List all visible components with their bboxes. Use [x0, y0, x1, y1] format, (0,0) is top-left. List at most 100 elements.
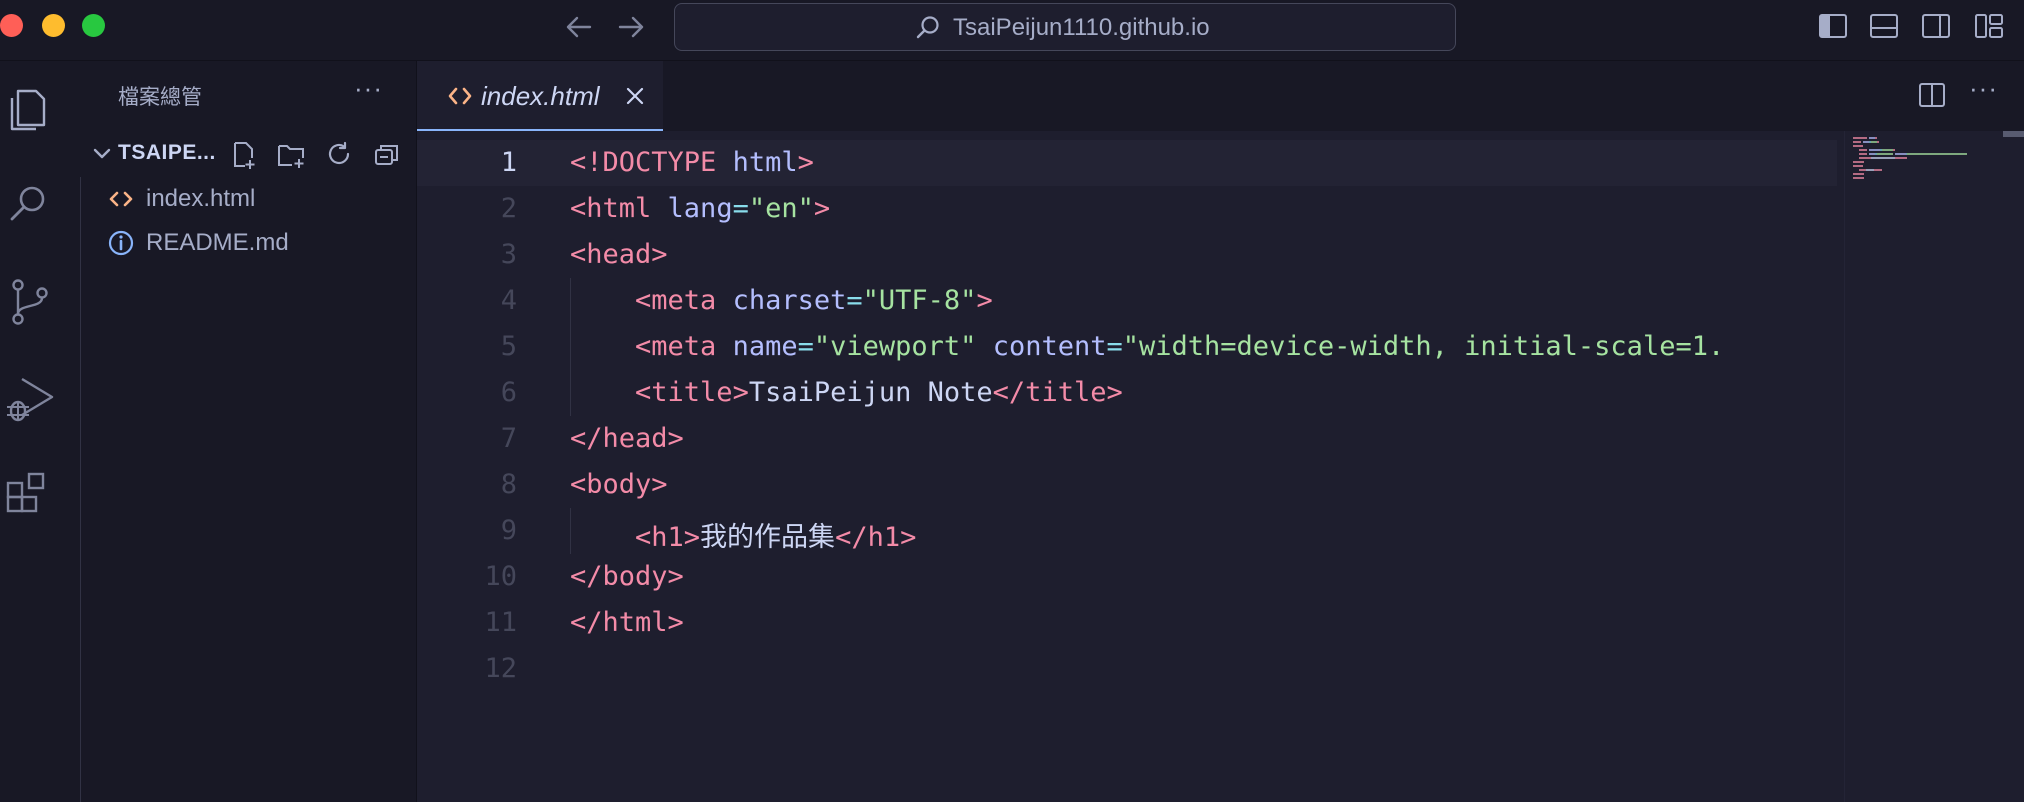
- code-line[interactable]: 11 </html>: [417, 600, 1837, 646]
- code-token: </head>: [570, 423, 684, 454]
- file-name: README.md: [146, 229, 289, 256]
- minimap-stroke: [1894, 153, 1906, 155]
- extensions-icon[interactable]: [4, 469, 54, 523]
- line-number: 7: [500, 423, 517, 454]
- minimap-stroke: [1865, 169, 1874, 171]
- split-editor-icon[interactable]: [1918, 81, 1946, 109]
- minimap-stroke: [1873, 169, 1882, 171]
- code-token: >: [813, 193, 831, 224]
- code-token: <meta: [635, 285, 717, 316]
- line-number: 3: [500, 239, 517, 270]
- minimap-stroke: [1893, 149, 1895, 151]
- minimap[interactable]: [1844, 131, 2024, 802]
- code-token: =: [846, 285, 863, 316]
- run-debug-icon[interactable]: [4, 373, 54, 427]
- minimap-stroke: [1859, 153, 1868, 155]
- line-number: 1: [500, 147, 517, 178]
- code-line[interactable]: 5 <meta name="viewport" content="width=d…: [417, 324, 1837, 370]
- collapse-all-icon[interactable]: [372, 140, 402, 170]
- search-icon: [916, 16, 939, 39]
- code-line[interactable]: 4 <meta charset="UTF-8">: [417, 278, 1837, 324]
- search-icon[interactable]: [4, 179, 54, 233]
- minimap-stroke: [1907, 153, 1967, 155]
- workspace-folder-name: TSAIPE...: [118, 141, 216, 164]
- more-actions-icon[interactable]: ···: [1969, 73, 1998, 104]
- code-token: =: [732, 193, 749, 224]
- tab-index-html[interactable]: index.html: [417, 61, 663, 131]
- tree-indent-guide: [80, 177, 81, 802]
- code-token: name: [732, 331, 798, 362]
- back-arrow-icon[interactable]: [564, 14, 594, 40]
- code-token: >: [797, 147, 814, 178]
- file-item-readme-md[interactable]: README.md: [106, 223, 406, 263]
- code-line[interactable]: 12: [417, 646, 1837, 692]
- code-line[interactable]: 6 <title>TsaiPeijun Note</title>: [417, 370, 1837, 416]
- minimize-window-button[interactable]: [42, 14, 65, 37]
- minimap-stroke: [1853, 177, 1865, 179]
- refresh-icon[interactable]: [324, 140, 354, 170]
- code-line[interactable]: 10 </body>: [417, 554, 1837, 600]
- line-number: 11: [484, 607, 517, 638]
- code-editor[interactable]: 1 <!DOCTYPE html> 2 <html lang="en"> 3 <head>…: [417, 131, 1837, 802]
- code-line[interactable]: 8 <body>: [417, 462, 1837, 508]
- code-token: </h1>: [835, 522, 917, 553]
- line-number: 4: [500, 285, 517, 316]
- editor-scrollbar[interactable]: [2003, 131, 2024, 137]
- code-token: </title>: [992, 377, 1123, 408]
- customize-layout-icon[interactable]: [1974, 12, 2004, 40]
- more-actions-icon[interactable]: ···: [354, 73, 383, 104]
- html-file-icon: [109, 191, 133, 207]
- close-window-button[interactable]: [0, 14, 23, 37]
- code-line[interactable]: 7 </head>: [417, 416, 1837, 462]
- code-line[interactable]: 2 <html lang="en">: [417, 186, 1837, 232]
- toggle-panel-icon[interactable]: [1869, 12, 1899, 40]
- code-line[interactable]: 3 <head>: [417, 232, 1837, 278]
- files-icon[interactable]: [4, 81, 54, 135]
- minimap-stroke: [1853, 173, 1865, 175]
- line-content: <meta charset="UTF-8">: [570, 285, 993, 316]
- file-name: index.html: [146, 185, 256, 212]
- line-content: <!DOCTYPE html>: [570, 147, 814, 178]
- forward-arrow-icon[interactable]: [616, 14, 646, 40]
- minimap-stroke: [1853, 165, 1863, 167]
- minimap-stroke: [1875, 137, 1877, 139]
- code-token: <head>: [570, 239, 668, 270]
- file-item-index-html[interactable]: index.html: [106, 179, 406, 219]
- workspace-folder-header[interactable]: TSAIPE...: [80, 133, 416, 175]
- toggle-primary-sidebar-icon[interactable]: [1818, 12, 1848, 40]
- code-line[interactable]: 9 <h1>我的作品集</h1>: [417, 508, 1837, 554]
- line-content: <head>: [570, 239, 668, 270]
- line-content: <title>TsaiPeijun Note</title>: [570, 377, 1123, 408]
- minimap-stroke: [1894, 157, 1908, 159]
- zoom-window-button[interactable]: [82, 14, 105, 37]
- code-token: =: [797, 331, 814, 362]
- code-token: "en": [748, 193, 814, 224]
- command-center-search[interactable]: TsaiPeijun1110.github.io: [674, 3, 1456, 51]
- source-control-icon[interactable]: [4, 275, 54, 329]
- new-folder-icon[interactable]: [276, 140, 306, 170]
- code-line[interactable]: 1 <!DOCTYPE html>: [417, 140, 1837, 186]
- minimap-stroke: [1870, 157, 1895, 159]
- activity-bar: [0, 61, 80, 802]
- html-file-icon: [448, 87, 472, 105]
- code-token: lang: [667, 193, 733, 224]
- close-icon[interactable]: [625, 86, 645, 106]
- code-token: 我的作品集: [700, 522, 836, 553]
- line-number: 8: [500, 469, 517, 500]
- code-token: =: [1106, 331, 1123, 362]
- chevron-down-icon[interactable]: [90, 141, 114, 165]
- code-token: <meta: [635, 331, 717, 362]
- code-token: charset: [732, 285, 847, 316]
- new-file-icon[interactable]: [228, 140, 258, 170]
- line-number: 2: [500, 193, 517, 224]
- editor-area: index.html ··· 1 <!DOCTYPE html> 2 <html la…: [417, 61, 2024, 802]
- code-token: <body>: [570, 469, 668, 500]
- code-token: </body>: [570, 561, 684, 592]
- toggle-secondary-sidebar-icon[interactable]: [1921, 12, 1951, 40]
